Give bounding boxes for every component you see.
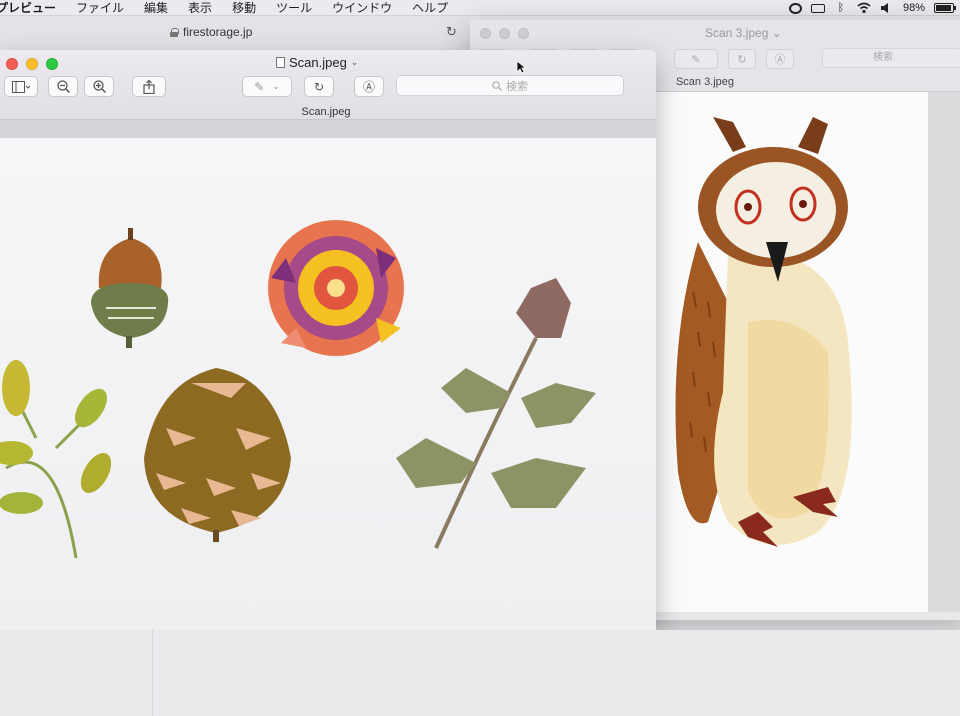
mouse-cursor-icon (516, 60, 526, 74)
pinecone-illustration (144, 368, 291, 542)
zoom-button[interactable] (46, 58, 58, 70)
battery-icon[interactable] (934, 3, 956, 13)
status-area: ᛒ 98% (788, 0, 956, 16)
desktop-area (0, 630, 960, 716)
address-bar[interactable]: firestorage.jp (170, 25, 252, 39)
rotate-button[interactable]: ↻ (304, 76, 334, 97)
menu-window[interactable]: ウインドウ (322, 0, 402, 16)
rotate-icon: ↻ (313, 79, 325, 94)
search-icon (492, 80, 502, 91)
window-edge (928, 92, 960, 612)
zoom-button[interactable] (518, 28, 529, 39)
window-controls (480, 28, 529, 39)
battery-fill (936, 5, 951, 11)
sidebar-icon (12, 80, 30, 93)
divider (152, 630, 153, 716)
window-controls (6, 58, 58, 70)
share-button[interactable] (132, 76, 166, 97)
menu-edit[interactable]: 編集 (134, 0, 178, 16)
markup-toolbar-icon: Ⓐ (362, 80, 375, 94)
volume-icon[interactable] (880, 2, 894, 14)
rotate-button[interactable]: ↻ (728, 49, 756, 69)
window-title[interactable]: Scan.jpeg ⌄ (276, 55, 358, 70)
menu-help[interactable]: ヘルプ (402, 0, 458, 16)
window-title[interactable]: Scan 3.jpeg ⌄ (705, 26, 782, 40)
preview-window-scan[interactable]: Scan.jpeg ⌄ ✎ ⌄ ↻ Ⓐ 検索 Scan.jpeg (0, 50, 656, 630)
reload-icon[interactable]: ↻ (446, 24, 457, 40)
menu-view[interactable]: 表示 (178, 0, 222, 16)
zoom-out-button[interactable] (48, 76, 78, 97)
chevron-down-icon: ⌄ (272, 81, 280, 91)
window-title-text: Scan.jpeg (289, 55, 347, 70)
pen-icon: ✎ (254, 79, 265, 94)
menu-list: プレビュー ファイル 編集 表示 移動 ツール ウインドウ ヘルプ (0, 0, 458, 16)
zoom-out-icon (56, 80, 70, 93)
close-button[interactable] (480, 28, 491, 39)
search-placeholder: 検索 (506, 80, 528, 93)
annotate-button[interactable]: Ⓐ (766, 49, 794, 69)
scan-image[interactable] (0, 138, 656, 630)
address-text: firestorage.jp (183, 25, 253, 39)
browser-toolbar: firestorage.jp ↻ (0, 16, 470, 52)
search-field[interactable]: 検索 (822, 48, 960, 68)
search-field[interactable]: 検索 (396, 75, 624, 96)
lock-icon (170, 27, 179, 37)
markup-button[interactable]: ✎ (674, 49, 718, 69)
autumn-illustrations (0, 220, 596, 559)
scan3-image[interactable] (638, 92, 928, 612)
document-top-margin (0, 120, 656, 138)
menu-file[interactable]: ファイル (66, 0, 134, 16)
sidebar-toggle-button[interactable] (4, 76, 38, 97)
document-icon (276, 57, 285, 68)
wifi-icon[interactable] (857, 2, 871, 14)
acorn-illustration (91, 228, 169, 348)
share-icon (143, 79, 155, 94)
minimize-button[interactable] (499, 28, 510, 39)
document-name-label: Scan.jpeg (301, 106, 351, 118)
bluetooth-icon[interactable]: ᛒ (834, 2, 848, 14)
markup-button[interactable]: ✎ ⌄ (242, 76, 292, 97)
creative-cloud-icon[interactable] (788, 2, 802, 14)
titlebar: Scan.jpeg ⌄ ✎ ⌄ ↻ Ⓐ 検索 Scan.jpeg (0, 50, 656, 120)
annotate-button[interactable]: Ⓐ (354, 76, 384, 97)
menu-tools[interactable]: ツール (266, 0, 322, 16)
menu-bar: プレビュー ファイル 編集 表示 移動 ツール ウインドウ ヘルプ ᛒ 98% (0, 0, 960, 16)
close-button[interactable] (6, 58, 18, 70)
chevron-down-icon: ⌄ (350, 57, 359, 67)
leaf-branch-illustration (396, 278, 596, 549)
zoom-in-icon (92, 80, 106, 93)
zoom-in-button[interactable] (84, 76, 114, 97)
dahlia-illustration (268, 220, 404, 356)
menu-go[interactable]: 移動 (222, 0, 266, 16)
airplay-icon[interactable] (810, 3, 825, 13)
menu-app-preview[interactable]: プレビュー (0, 0, 66, 16)
owl-illustration (675, 117, 852, 547)
battery-percent: 98% (902, 2, 925, 14)
minimize-button[interactable] (26, 58, 38, 70)
sprig-illustration (5, 397, 88, 559)
